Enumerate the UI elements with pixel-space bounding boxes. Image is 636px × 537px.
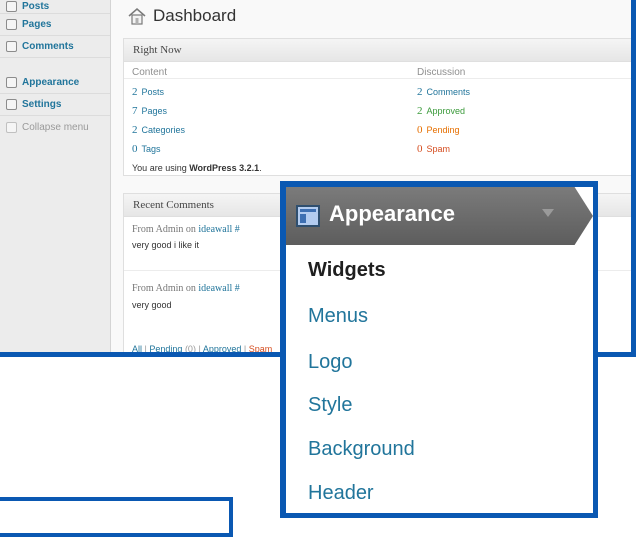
- sidebar-item-label: Pages: [22, 19, 52, 30]
- pages-icon: [6, 19, 17, 30]
- discussion-comments-link[interactable]: 2 Comments: [417, 86, 470, 98]
- discussion-heading: Discussion: [417, 67, 466, 78]
- home-icon: [128, 8, 146, 25]
- appearance-icon: [296, 205, 320, 227]
- appearance-menu-title: Appearance: [329, 201, 455, 226]
- widget-title: Right Now: [124, 39, 631, 62]
- menu-item-header[interactable]: Header: [308, 482, 374, 505]
- empty-frame: [0, 497, 233, 537]
- sidebar-item-label: Settings: [22, 99, 62, 110]
- discussion-spam-link[interactable]: 0 Spam: [417, 143, 450, 155]
- comment-text: very good: [132, 300, 172, 310]
- filter-approved-link[interactable]: Approved: [203, 344, 242, 352]
- content-tags-link[interactable]: 0 Tags: [132, 143, 161, 155]
- content-categories-link[interactable]: 2 Categories: [132, 124, 185, 136]
- menu-item-menus[interactable]: Menus: [308, 305, 368, 328]
- appearance-menu: Appearance Widgets Menus Logo Style Back…: [286, 187, 593, 513]
- page-title: Dashboard: [153, 6, 237, 25]
- settings-icon: [6, 99, 17, 110]
- version-notice: You are using WordPress 3.2.1.: [132, 163, 262, 173]
- content-posts-link[interactable]: 2 Posts: [132, 86, 164, 98]
- content-heading: Content: [132, 67, 168, 78]
- comment-post-link[interactable]: ideawall #: [198, 283, 239, 294]
- discussion-approved-link[interactable]: 2 Approved: [417, 105, 465, 117]
- discussion-pending-link[interactable]: 0 Pending: [417, 124, 460, 136]
- filter-spam-link[interactable]: Spam: [249, 344, 273, 352]
- sidebar-item-label: Appearance: [22, 77, 80, 88]
- right-now-widget: Right Now Content Discussion 2 Posts 7 Pag…: [123, 38, 631, 176]
- sidebar-item-appearance[interactable]: Appearance: [0, 72, 110, 94]
- comment-filter-links: All | Pending (0) | Approved | Spam: [132, 344, 273, 352]
- appearance-menu-zoom-frame: Appearance Widgets Menus Logo Style Back…: [280, 181, 598, 518]
- collapse-menu-button[interactable]: Collapse menu: [0, 116, 110, 138]
- sidebar-item-comments[interactable]: Comments: [0, 36, 110, 58]
- comment-bubble-icon: [6, 41, 17, 52]
- filter-pending-link[interactable]: Pending (0): [149, 344, 196, 352]
- divider: [124, 78, 631, 79]
- pin-icon: [6, 1, 17, 12]
- sidebar-item-settings[interactable]: Settings: [0, 94, 110, 116]
- admin-sidebar: Posts Pages Comments Appearance Settings…: [0, 0, 111, 352]
- comment-text: very good i like it: [132, 240, 200, 250]
- menu-item-widgets[interactable]: Widgets: [308, 259, 386, 282]
- menu-item-background[interactable]: Background: [308, 438, 415, 461]
- sidebar-item-label: Comments: [22, 41, 74, 52]
- content-pages-link[interactable]: 7 Pages: [132, 105, 167, 117]
- sidebar-item-pages[interactable]: Pages: [0, 14, 110, 36]
- appearance-icon: [6, 77, 17, 88]
- comment-meta: From Admin on ideawall #: [132, 283, 240, 294]
- menu-item-logo[interactable]: Logo: [308, 351, 353, 374]
- menu-item-style[interactable]: Style: [308, 394, 352, 417]
- comment-meta: From Admin on ideawall #: [132, 224, 240, 235]
- sidebar-item-label: Posts: [22, 1, 50, 12]
- dropdown-arrow-icon[interactable]: [542, 209, 554, 217]
- collapse-menu-label: Collapse menu: [22, 121, 89, 133]
- collapse-arrow-icon: [6, 121, 17, 133]
- comment-post-link[interactable]: ideawall #: [198, 224, 239, 235]
- sidebar-item-posts[interactable]: Posts: [0, 0, 110, 14]
- filter-all-link[interactable]: All: [132, 344, 142, 352]
